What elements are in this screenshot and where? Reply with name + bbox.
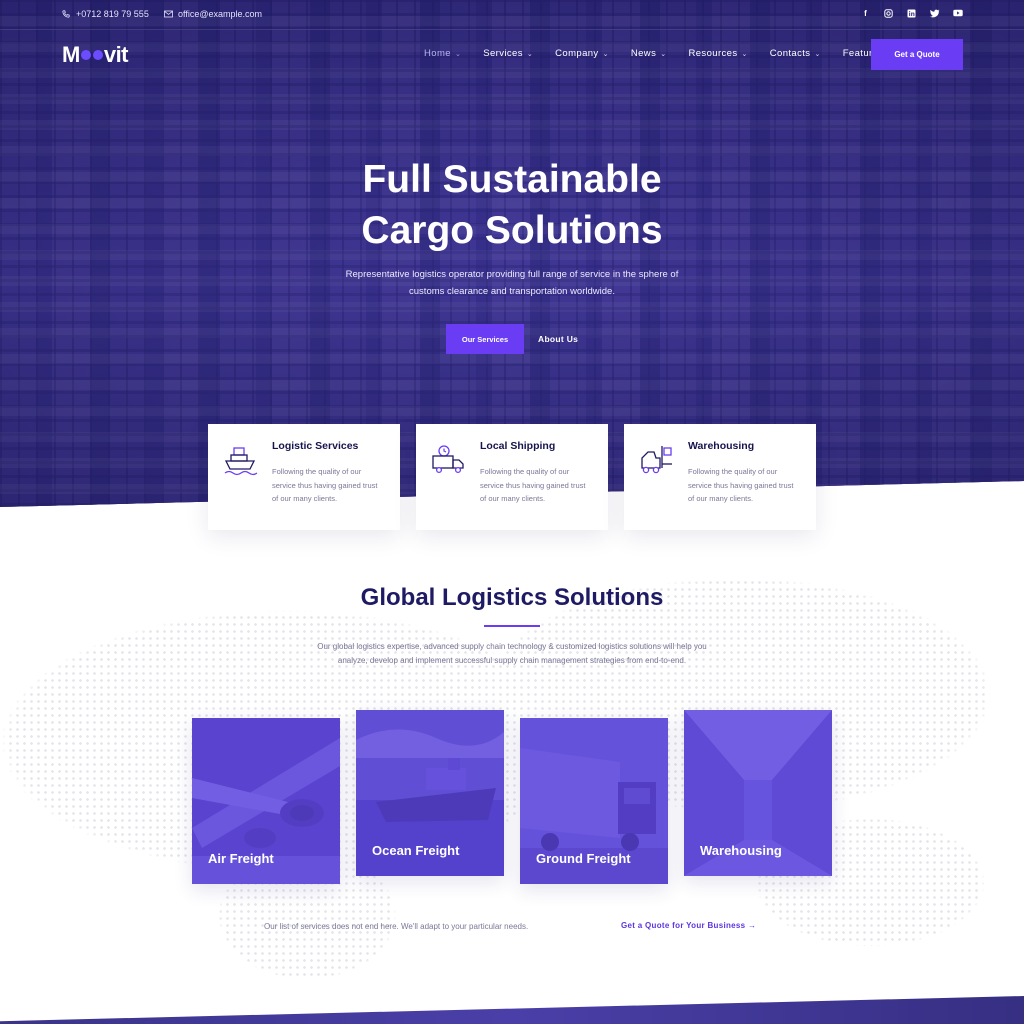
- logo-dots: [80, 50, 103, 60]
- feature-card-warehousing[interactable]: Warehousing Following the quality of our…: [624, 424, 816, 530]
- top-bar: +0712 819 79 555 office@example.com f in: [0, 0, 1024, 30]
- svg-text:in: in: [909, 11, 915, 18]
- chevron-down-icon: ⌄: [526, 50, 534, 58]
- hero-title: Full Sustainable Cargo Solutions: [0, 154, 1024, 256]
- chevron-down-icon: ⌄: [660, 50, 667, 58]
- instagram-icon[interactable]: [884, 9, 893, 18]
- chevron-down-icon: ⌄: [741, 50, 748, 58]
- linkedin-icon[interactable]: in: [907, 9, 916, 18]
- feature-title: Local Shipping: [480, 440, 556, 452]
- email-contact[interactable]: office@example.com: [164, 9, 262, 19]
- nav-item-home[interactable]: Home ⌄: [424, 48, 461, 59]
- get-quote-button[interactable]: Get a Quote: [871, 39, 963, 70]
- social-links: f in: [861, 9, 963, 18]
- feature-card-local-shipping[interactable]: Local Shipping Following the quality of …: [416, 424, 608, 530]
- twitter-icon[interactable]: [930, 9, 940, 18]
- nav-item-resources[interactable]: Resources ⌄: [688, 48, 747, 59]
- title-divider: [484, 625, 540, 627]
- our-services-button[interactable]: Our Services: [446, 324, 524, 354]
- section-title: Global Logistics Solutions: [360, 584, 664, 611]
- forklift-icon: [638, 442, 674, 478]
- bottom-section-edge: [0, 996, 1024, 1024]
- truck-clock-icon: [430, 442, 466, 478]
- feature-title: Warehousing: [688, 440, 755, 452]
- youtube-icon[interactable]: [953, 9, 963, 18]
- service-card-label: Ocean Freight: [372, 843, 460, 858]
- chevron-down-icon: ⌄: [814, 50, 821, 58]
- feature-text: Following the quality of our service thu…: [272, 467, 378, 503]
- business-quote-link[interactable]: Get a Quote for Your Business →: [621, 921, 756, 930]
- nav-item-contacts[interactable]: Contacts ⌄: [770, 48, 821, 59]
- service-card-ocean-freight[interactable]: Ocean Freight: [356, 710, 504, 876]
- service-card-warehousing[interactable]: Warehousing: [684, 710, 832, 876]
- nav-item-services[interactable]: Services ⌄: [483, 48, 533, 59]
- service-card-label: Warehousing: [700, 843, 782, 858]
- logo-text-start: M: [62, 42, 80, 67]
- main-nav: Home ⌄ Services ⌄ Company ⌄ News ⌄ Resources…: [424, 48, 916, 59]
- chevron-down-icon: ⌄: [602, 50, 609, 58]
- phone-contact[interactable]: +0712 819 79 555: [62, 9, 149, 19]
- facebook-icon[interactable]: f: [861, 9, 870, 18]
- hero-title-line2: Cargo Solutions: [361, 209, 663, 252]
- email-address: office@example.com: [178, 9, 263, 19]
- nav-item-company[interactable]: Company ⌄: [555, 48, 609, 59]
- service-card-label: Air Freight: [208, 851, 274, 866]
- feature-title: Logistic Services: [272, 440, 359, 452]
- about-us-link[interactable]: About Us: [538, 334, 578, 344]
- hero-subtitle: Representative logistics operator provid…: [345, 269, 679, 297]
- ship-icon: [222, 442, 258, 478]
- service-card-label: Ground Freight: [536, 851, 631, 866]
- phone-icon: [62, 10, 70, 18]
- service-card-air-freight[interactable]: Air Freight: [192, 718, 340, 884]
- main-header: M vit Home ⌄ Services ⌄ Company ⌄ News ⌄ Res…: [0, 30, 1024, 80]
- hero-title-line1: Full Sustainable: [362, 158, 662, 201]
- service-card-ground-freight[interactable]: Ground Freight: [520, 718, 668, 884]
- mail-icon: [164, 10, 173, 18]
- logo[interactable]: M vit: [62, 42, 129, 68]
- chevron-down-icon: ⌄: [454, 50, 462, 58]
- phone-number: +0712 819 79 555: [76, 9, 149, 19]
- nav-item-news[interactable]: News ⌄: [631, 48, 667, 59]
- feature-text: Following the quality of our service thu…: [688, 467, 794, 503]
- logo-text-end: vit: [103, 42, 129, 67]
- feature-text: Following the quality of our service thu…: [480, 467, 586, 503]
- feature-card-logistic-services[interactable]: Logistic Services Following the quality …: [208, 424, 400, 530]
- services-note: Our list of services does not end here. …: [264, 922, 529, 931]
- section-description: Our global logistics expertise, advanced…: [317, 642, 707, 665]
